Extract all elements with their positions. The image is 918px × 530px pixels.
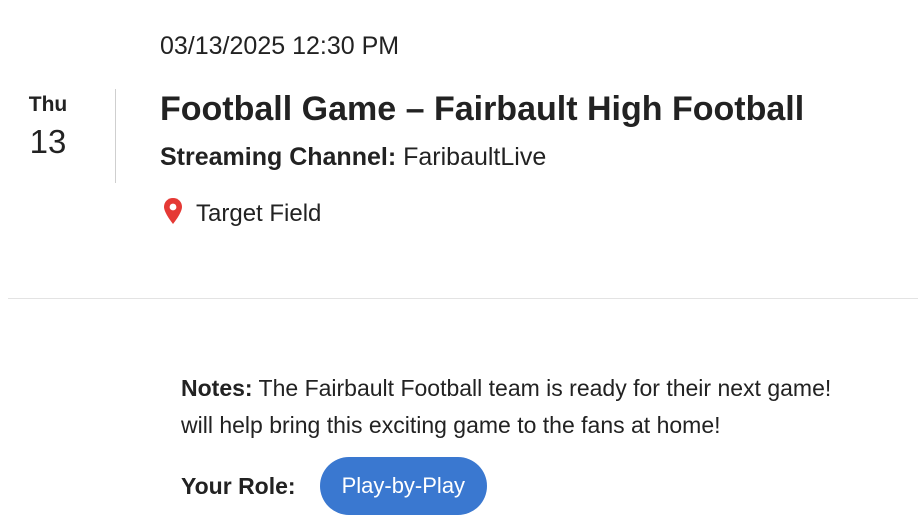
role-row: Your Role: Play-by-Play	[181, 457, 488, 515]
event-card: 03/13/2025 12:30 PM Thu 13 Football Game…	[0, 0, 918, 530]
notes-label: Notes:	[181, 375, 253, 401]
streaming-channel: Streaming Channel: FaribaultLive	[160, 140, 546, 174]
event-notes: Notes: The Fairbault Football team is re…	[181, 370, 918, 444]
location-name: Target Field	[196, 200, 322, 227]
streaming-channel-value: FaribaultLive	[403, 143, 547, 171]
event-title[interactable]: Football Game – Fairbault High Football	[160, 88, 804, 130]
role-label: Your Role:	[181, 472, 296, 499]
date-badge: Thu 13	[0, 90, 96, 164]
day-number: 13	[29, 123, 67, 160]
event-location: Target Field	[163, 198, 321, 230]
role-button[interactable]: Play-by-Play	[319, 457, 488, 515]
section-divider	[8, 298, 918, 299]
notes-text-1: The Fairbault Football team is ready for…	[258, 375, 832, 401]
notes-line-1: Notes: The Fairbault Football team is re…	[181, 370, 918, 407]
event-datetime: 03/13/2025 12:30 PM	[160, 32, 400, 60]
date-divider	[115, 89, 116, 183]
streaming-channel-label: Streaming Channel:	[160, 143, 397, 171]
notes-text-2: will help bring this exciting game to th…	[181, 412, 721, 438]
map-pin-icon	[164, 198, 182, 224]
day-of-week: Thu	[28, 93, 68, 116]
